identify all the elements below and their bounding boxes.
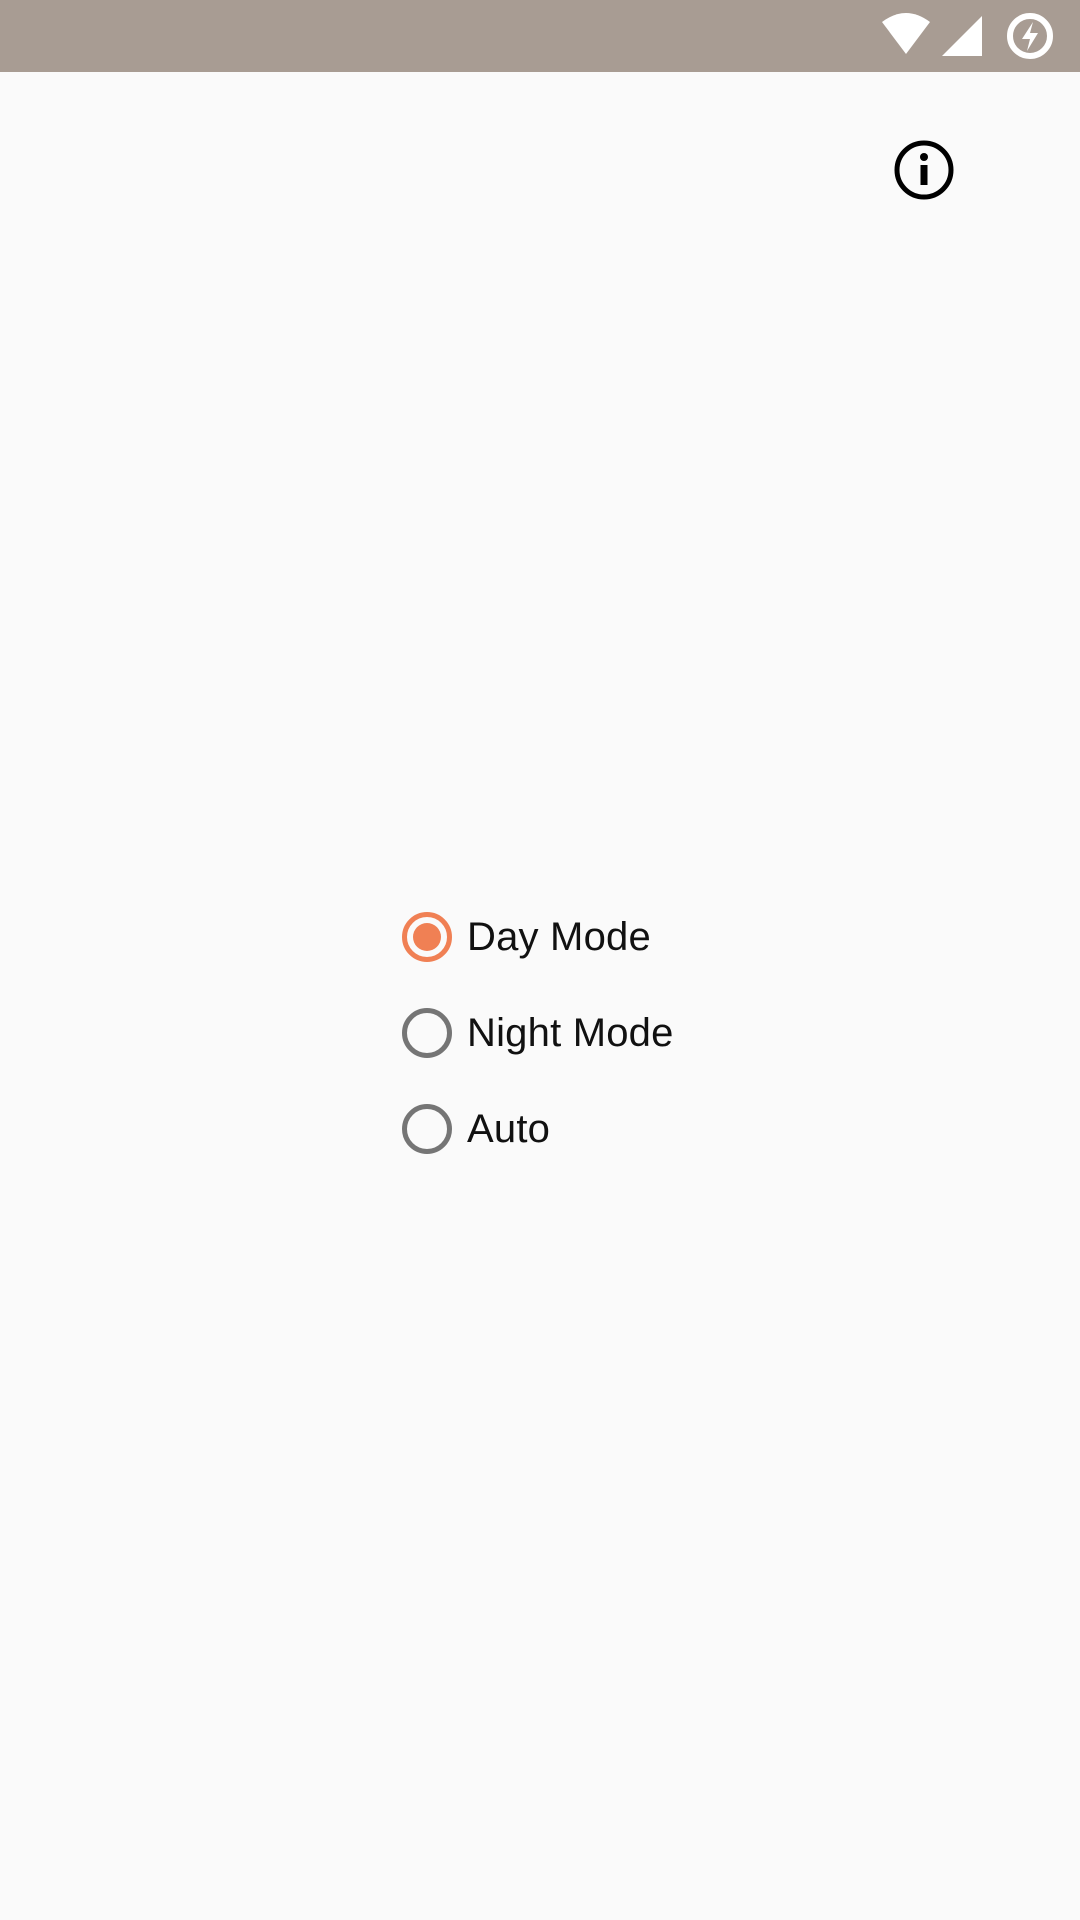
radio-button-unchecked[interactable] <box>402 1104 452 1154</box>
radio-label-day-mode: Day Mode <box>467 914 651 959</box>
battery-charging-icon <box>1007 13 1053 59</box>
radio-night-mode[interactable]: Night Mode <box>400 1001 860 1065</box>
radio-day-mode[interactable]: Day Mode <box>400 905 860 969</box>
wifi-icon <box>882 13 930 54</box>
theme-radio-group: Day Mode Night Mode Auto <box>400 905 860 1193</box>
radio-button-unchecked[interactable] <box>402 1008 452 1058</box>
status-bar <box>0 0 1080 72</box>
cellular-signal-icon <box>942 16 982 56</box>
info-button[interactable] <box>892 138 956 202</box>
info-icon <box>894 140 954 200</box>
radio-auto[interactable]: Auto <box>400 1097 860 1161</box>
radio-label-night-mode: Night Mode <box>467 1010 674 1055</box>
radio-label-auto: Auto <box>467 1106 551 1151</box>
radio-button-checked[interactable] <box>402 912 452 962</box>
